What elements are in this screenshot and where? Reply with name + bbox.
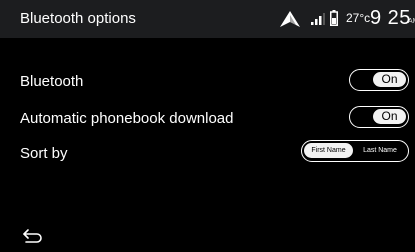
status-area: 27°c 9 25 AM [0, 0, 415, 38]
sort-by-label: Sort by [20, 145, 68, 162]
phonebook-download-label: Automatic phonebook download [20, 110, 234, 127]
navigation-arrow-icon [280, 11, 300, 27]
toggle-state: On [381, 72, 398, 86]
sort-by-selector: First Name Last Name [301, 140, 409, 162]
clock-ampm: AM [408, 18, 415, 25]
clock-time: 9 25 [370, 7, 411, 29]
temperature-readout: 27°c [346, 11, 371, 25]
signal-icon [311, 13, 325, 25]
bluetooth-label: Bluetooth [20, 73, 84, 90]
sort-first-name-option[interactable]: First Name [304, 143, 353, 158]
sort-last-name-option[interactable]: Last Name [355, 143, 405, 158]
bluetooth-toggle[interactable]: On [349, 69, 409, 91]
back-arrow-icon[interactable] [22, 228, 44, 244]
toggle-state: On [381, 109, 398, 123]
battery-icon [330, 10, 338, 26]
phonebook-download-toggle[interactable]: On [349, 106, 409, 128]
